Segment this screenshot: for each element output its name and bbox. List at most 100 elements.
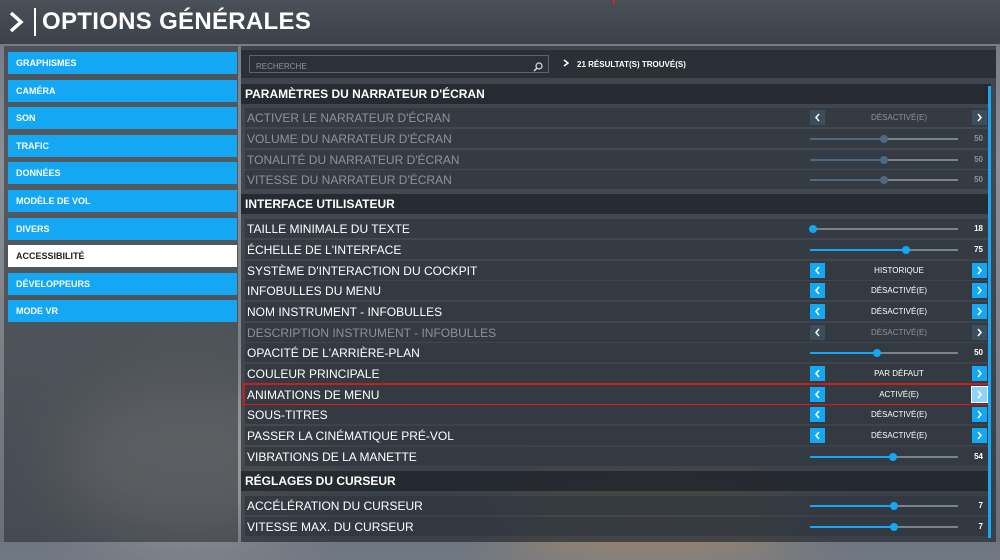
- slider-value: 7: [978, 522, 983, 531]
- slider-track[interactable]: [810, 453, 958, 461]
- setting-row[interactable]: TONALITÉ DU NARRATEUR D'ÉCRAN 50: [245, 150, 989, 169]
- chevron-left-icon[interactable]: [810, 407, 825, 422]
- search-icon[interactable]: [533, 59, 543, 77]
- chevron-left-icon[interactable]: [810, 387, 825, 402]
- slider-fill: [810, 138, 884, 140]
- chevron-right-icon[interactable]: [972, 304, 987, 319]
- chevron-left-icon[interactable]: [810, 366, 825, 381]
- slider-handle[interactable]: [880, 135, 888, 143]
- search-box[interactable]: [249, 55, 549, 75]
- setting-row[interactable]: OPACITÉ DE L'ARRIÈRE-PLAN 50: [245, 343, 989, 362]
- chevron-right-icon[interactable]: [972, 428, 987, 443]
- section-header: PARAMÈTRES DU NARRATEUR D'ÉCRAN: [241, 84, 991, 104]
- sidebar-item[interactable]: CAMÉRA: [8, 79, 237, 102]
- slider-track[interactable]: [808, 225, 958, 233]
- setting-row[interactable]: NOM INSTRUMENT - INFOBULLES DÉSACTIVÉ(E): [245, 302, 989, 321]
- setting-label: VITESSE DU NARRATEUR D'ÉCRAN: [247, 172, 452, 187]
- setting-row[interactable]: COULEUR PRINCIPALE PAR DÉFAUT: [245, 364, 989, 383]
- chevron-right-icon[interactable]: [972, 263, 987, 278]
- slider-fill: [810, 526, 895, 528]
- page-header: OPTIONS GÉNÉRALES: [0, 0, 1000, 44]
- sidebar-item[interactable]: ACCESSIBILITÉ: [8, 245, 237, 268]
- slider-value: 7: [978, 501, 983, 510]
- setting-label: VITESSE MAX. DU CURSEUR: [247, 519, 414, 534]
- setting-row[interactable]: VITESSE MAX. DU CURSEUR 7: [245, 517, 989, 536]
- chevron-left-icon[interactable]: [810, 110, 825, 125]
- option-value: DÉSACTIVÉ(E): [870, 410, 927, 419]
- chevron-right-icon[interactable]: [972, 283, 987, 298]
- slider-track[interactable]: [810, 176, 958, 184]
- setting-row[interactable]: ÉCHELLE DE L'INTERFACE 75: [245, 240, 989, 259]
- setting-row[interactable]: VOLUME DU NARRATEUR D'ÉCRAN 50: [245, 129, 989, 148]
- chevron-left-icon[interactable]: [810, 428, 825, 443]
- slider-fill: [810, 179, 884, 181]
- slider-handle[interactable]: [872, 349, 881, 357]
- setting-row[interactable]: DESCRIPTION INSTRUMENT - INFOBULLES DÉSAC…: [245, 323, 989, 342]
- chevron-left-icon[interactable]: [810, 325, 825, 340]
- sidebar-item[interactable]: DIVERS: [8, 217, 237, 240]
- slider-handle[interactable]: [880, 176, 888, 184]
- slider-track[interactable]: [810, 502, 958, 510]
- option-value: DÉSACTIVÉ(E): [870, 431, 927, 440]
- sidebar-item[interactable]: GRAPHISMES: [8, 52, 237, 74]
- slider-track[interactable]: [810, 246, 958, 254]
- chevron-right-icon[interactable]: [972, 366, 987, 381]
- slider-track[interactable]: [810, 156, 958, 164]
- setting-row[interactable]: PASSER LA CINÉMATIQUE PRÉ-VOL DÉSACTIVÉ(E…: [245, 426, 989, 445]
- setting-row[interactable]: SYSTÈME D'INTERACTION DU COCKPIT HISTORIQ…: [245, 261, 989, 280]
- setting-label: NOM INSTRUMENT - INFOBULLES: [247, 304, 443, 319]
- setting-label: DESCRIPTION INSTRUMENT - INFOBULLES: [247, 325, 497, 340]
- setting-label: COULEUR PRINCIPALE: [247, 366, 380, 381]
- slider-value: 50: [974, 348, 983, 357]
- setting-label: ANIMATIONS DE MENU: [247, 387, 380, 402]
- slider-handle[interactable]: [902, 246, 911, 254]
- option-value: HISTORIQUE: [874, 266, 924, 275]
- setting-row[interactable]: ACCÉLÉRATION DU CURSEUR 7: [245, 496, 989, 515]
- setting-label: VIBRATIONS DE LA MANETTE: [247, 449, 417, 464]
- search-input[interactable]: [250, 58, 532, 75]
- setting-row[interactable]: ACTIVER LE NARRATEUR D'ÉCRAN DÉSACTIVÉ(E): [245, 108, 989, 127]
- settings-panel: 21 RÉSULTAT(S) TROUVÉ(S) PARAMÈTRES DU N…: [241, 46, 996, 542]
- chevron-right-icon[interactable]: [972, 325, 987, 340]
- setting-row[interactable]: ANIMATIONS DE MENU ACTIVÉ(E): [243, 383, 991, 406]
- chevron-right-icon[interactable]: [8, 8, 30, 36]
- slider-fill: [810, 505, 895, 507]
- setting-label: ÉCHELLE DE L'INTERFACE: [247, 242, 402, 257]
- chevron-right-icon[interactable]: [972, 110, 987, 125]
- slider-handle[interactable]: [890, 523, 899, 531]
- slider-track[interactable]: [810, 135, 958, 143]
- setting-label: VOLUME DU NARRATEUR D'ÉCRAN: [247, 131, 452, 146]
- setting-row[interactable]: SOUS-TITRES DÉSACTIVÉ(E): [245, 405, 989, 424]
- chevron-right-icon: [563, 59, 570, 69]
- sidebar-item[interactable]: TRAFIC: [8, 134, 237, 157]
- slider-value: 50: [974, 155, 983, 164]
- slider-track[interactable]: [810, 349, 958, 357]
- slider-handle[interactable]: [888, 453, 897, 461]
- sidebar-item[interactable]: SON: [8, 107, 237, 130]
- slider-fill: [810, 159, 884, 161]
- slider-handle[interactable]: [808, 225, 817, 233]
- chevron-right-icon[interactable]: [972, 407, 987, 422]
- slider-handle[interactable]: [880, 156, 888, 164]
- setting-row[interactable]: VIBRATIONS DE LA MANETTE 54: [245, 447, 989, 466]
- chevron-left-icon[interactable]: [810, 263, 825, 278]
- sidebar-item[interactable]: MODE VR: [8, 300, 237, 323]
- slider-track[interactable]: [810, 523, 958, 531]
- chevron-right-icon[interactable]: [971, 386, 988, 403]
- section-header: INTERFACE UTILISATEUR: [241, 194, 991, 214]
- setting-row[interactable]: INFOBULLES DU MENU DÉSACTIVÉ(E): [245, 281, 989, 300]
- sidebar-item[interactable]: MODÈLE DE VOL: [8, 190, 237, 212]
- setting-label: PASSER LA CINÉMATIQUE PRÉ-VOL: [247, 428, 454, 443]
- option-value: DÉSACTIVÉ(E): [870, 113, 927, 122]
- option-value: DÉSACTIVÉ(E): [870, 307, 927, 316]
- results-count: 21 RÉSULTAT(S) TROUVÉ(S): [563, 59, 686, 69]
- chevron-left-icon[interactable]: [810, 304, 825, 319]
- setting-row[interactable]: VITESSE DU NARRATEUR D'ÉCRAN 50: [245, 170, 989, 189]
- sidebar-item[interactable]: DÉVELOPPEURS: [8, 272, 237, 295]
- setting-row[interactable]: TAILLE MINIMALE DU TEXTE 18: [245, 219, 989, 238]
- header-divider: [34, 8, 36, 36]
- scrollbar[interactable]: [988, 86, 991, 538]
- slider-handle[interactable]: [890, 502, 899, 510]
- sidebar-item[interactable]: DONNÉES: [8, 162, 237, 185]
- chevron-left-icon[interactable]: [810, 283, 825, 298]
